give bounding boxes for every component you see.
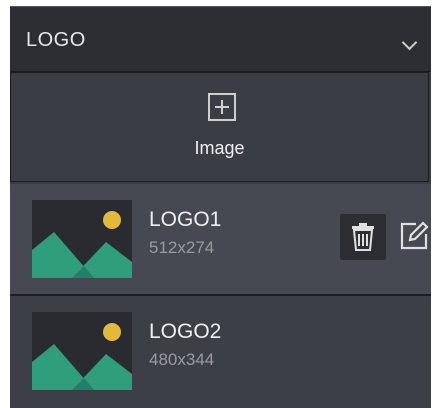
add-image-label: Image (194, 138, 245, 158)
list-item[interactable]: LOGO1 512x274 (10, 184, 431, 296)
plus-square-icon (208, 93, 236, 121)
image-thumbnail (32, 200, 132, 278)
add-image-button[interactable]: Image (10, 72, 429, 182)
logo-panel: LOGO Image LOGO1 512x274 LOGO2 480x344 (10, 6, 431, 408)
item-dimensions: 480x344 (149, 350, 215, 369)
logo-dropdown-header[interactable]: LOGO (10, 7, 431, 72)
item-name: LOGO1 (149, 208, 222, 231)
chevron-down-icon[interactable] (401, 34, 418, 51)
delete-button[interactable] (340, 214, 386, 260)
item-name: LOGO2 (149, 320, 222, 343)
item-dimensions: 512x274 (149, 238, 215, 257)
image-thumbnail (32, 312, 132, 390)
dropdown-title: LOGO (26, 29, 86, 51)
edit-button[interactable] (396, 218, 432, 254)
list-item[interactable]: LOGO2 480x344 (10, 296, 431, 408)
edit-icon (400, 221, 429, 250)
trash-icon (352, 223, 374, 251)
